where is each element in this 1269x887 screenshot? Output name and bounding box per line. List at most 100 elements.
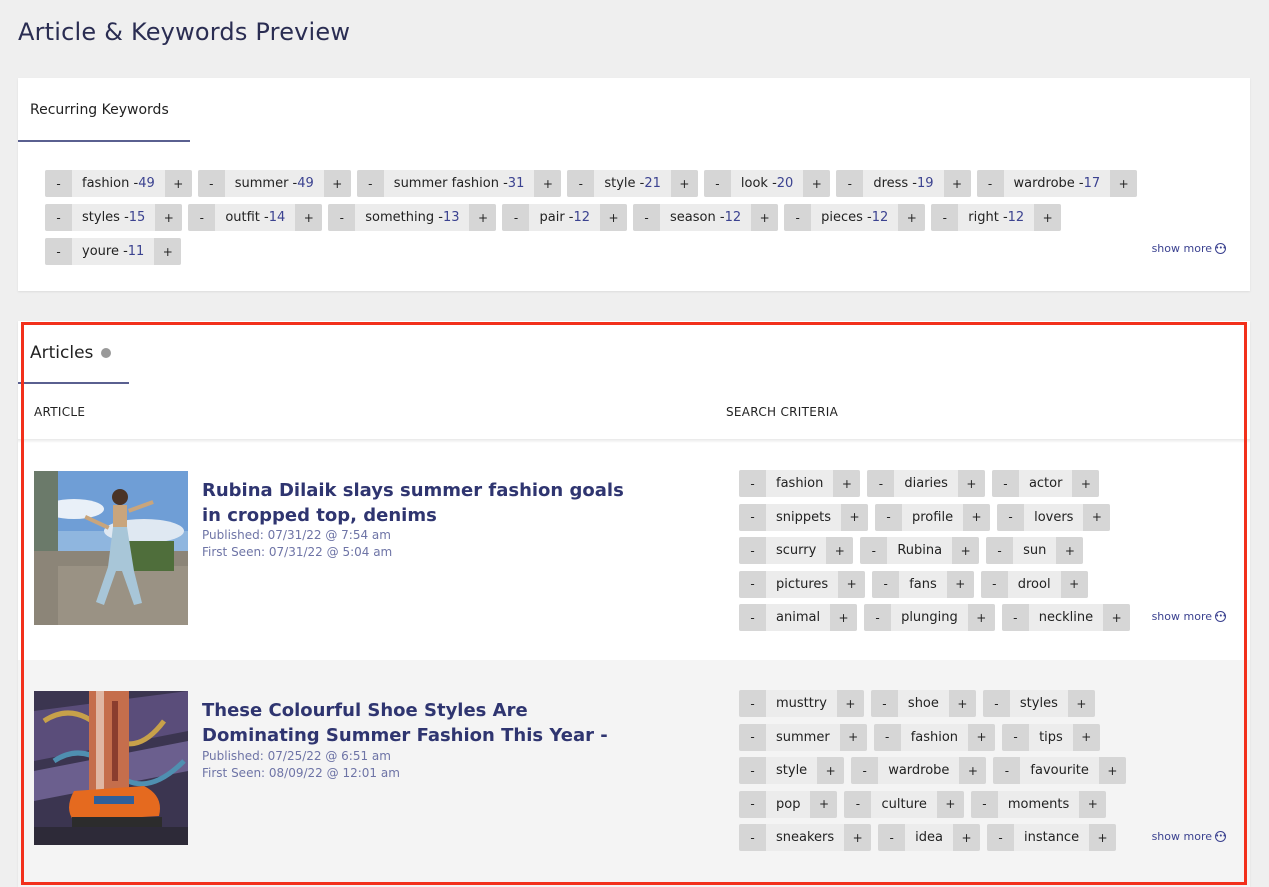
add-keyword-button[interactable]: + (957, 470, 985, 497)
tab-articles[interactable]: Articles (18, 343, 112, 363)
add-keyword-button[interactable]: + (751, 204, 779, 231)
add-keyword-button[interactable]: + (1060, 570, 1088, 598)
add-keyword-button[interactable]: + (943, 170, 971, 197)
remove-keyword-button[interactable]: - (870, 690, 898, 717)
remove-keyword-button[interactable]: - (878, 824, 906, 851)
add-keyword-button[interactable]: + (948, 690, 976, 717)
remove-keyword-button[interactable]: - (739, 470, 766, 497)
add-keyword-button[interactable]: + (1089, 824, 1117, 851)
remove-keyword-button[interactable]: - (502, 204, 530, 231)
add-keyword-button[interactable]: + (1083, 503, 1111, 531)
add-keyword-button[interactable]: + (803, 170, 831, 197)
show-more-keywords-link[interactable]: show more ••• (1152, 242, 1227, 255)
add-keyword-button[interactable]: + (1072, 723, 1100, 751)
add-keyword-button[interactable]: + (959, 757, 987, 784)
remove-keyword-button[interactable]: - (356, 170, 384, 197)
add-keyword-button[interactable]: + (534, 170, 562, 197)
remove-keyword-button[interactable]: - (197, 170, 225, 197)
add-keyword-button[interactable]: + (1034, 204, 1062, 231)
add-keyword-button[interactable]: + (323, 170, 351, 197)
remove-keyword-button[interactable]: - (931, 204, 959, 231)
remove-keyword-button[interactable]: - (1002, 723, 1030, 751)
remove-keyword-button[interactable]: - (1001, 604, 1029, 631)
article-thumbnail[interactable] (34, 691, 188, 845)
add-keyword-button[interactable]: + (838, 570, 866, 598)
add-keyword-button[interactable]: + (833, 470, 861, 497)
remove-keyword-button[interactable]: - (739, 503, 766, 531)
add-keyword-button[interactable]: + (953, 824, 980, 851)
add-keyword-button[interactable]: + (1056, 537, 1084, 564)
remove-keyword-button[interactable]: - (986, 537, 1014, 564)
remove-keyword-button[interactable]: - (836, 170, 864, 197)
add-keyword-button[interactable]: + (164, 170, 192, 197)
add-keyword-button[interactable]: + (952, 537, 980, 564)
remove-keyword-button[interactable]: - (328, 204, 356, 231)
remove-keyword-button[interactable]: - (567, 170, 595, 197)
add-keyword-button[interactable]: + (963, 503, 991, 531)
remove-keyword-button[interactable]: - (982, 690, 1010, 717)
remove-keyword-button[interactable]: - (739, 537, 766, 564)
remove-keyword-button[interactable]: - (188, 204, 216, 231)
add-keyword-button[interactable]: + (841, 503, 868, 531)
add-keyword-button[interactable]: + (839, 723, 867, 751)
add-keyword-button[interactable]: + (836, 690, 864, 717)
show-more-criteria-link[interactable]: show more ••• (1152, 830, 1227, 843)
add-keyword-button[interactable]: + (469, 204, 497, 231)
remove-keyword-button[interactable]: - (739, 604, 766, 631)
add-keyword-button[interactable]: + (600, 204, 628, 231)
remove-keyword-button[interactable]: - (851, 757, 879, 784)
add-keyword-button[interactable]: + (1098, 757, 1126, 784)
remove-keyword-button[interactable]: - (873, 723, 901, 751)
remove-keyword-button[interactable]: - (980, 570, 1008, 598)
add-keyword-button[interactable]: + (810, 790, 838, 818)
info-icon[interactable] (101, 348, 112, 358)
remove-keyword-button[interactable]: - (739, 790, 766, 818)
remove-keyword-button[interactable]: - (976, 170, 1004, 197)
remove-keyword-button[interactable]: - (970, 790, 998, 818)
remove-keyword-button[interactable]: - (991, 470, 1019, 497)
tab-recurring-keywords[interactable]: Recurring Keywords (18, 102, 169, 118)
add-keyword-button[interactable]: + (295, 204, 323, 231)
remove-keyword-button[interactable]: - (739, 824, 766, 851)
add-keyword-button[interactable]: + (844, 824, 872, 851)
add-keyword-button[interactable]: + (154, 238, 182, 265)
remove-keyword-button[interactable]: - (993, 757, 1021, 784)
add-keyword-button[interactable]: + (1072, 470, 1100, 497)
remove-keyword-button[interactable]: - (739, 690, 766, 717)
article-thumbnail[interactable] (34, 471, 188, 625)
add-keyword-button[interactable]: + (1067, 690, 1095, 717)
add-keyword-button[interactable]: + (898, 204, 926, 231)
remove-keyword-button[interactable]: - (875, 503, 902, 531)
remove-keyword-button[interactable]: - (45, 238, 72, 265)
remove-keyword-button[interactable]: - (45, 170, 72, 197)
remove-keyword-button[interactable]: - (739, 723, 766, 751)
add-keyword-button[interactable]: + (967, 604, 995, 631)
remove-keyword-button[interactable]: - (739, 570, 766, 598)
remove-keyword-button[interactable]: - (45, 204, 72, 231)
remove-keyword-button[interactable]: - (987, 824, 1014, 851)
remove-keyword-button[interactable]: - (997, 503, 1025, 531)
add-keyword-button[interactable]: + (670, 170, 698, 197)
remove-keyword-button[interactable]: - (633, 204, 661, 231)
add-keyword-button[interactable]: + (1110, 170, 1138, 197)
add-keyword-button[interactable]: + (1079, 790, 1107, 818)
add-keyword-button[interactable]: + (155, 204, 183, 231)
add-keyword-button[interactable]: + (946, 570, 974, 598)
add-keyword-button[interactable]: + (1103, 604, 1131, 631)
remove-keyword-button[interactable]: - (864, 604, 892, 631)
remove-keyword-button[interactable]: - (739, 757, 766, 784)
add-keyword-button[interactable]: + (936, 790, 964, 818)
remove-keyword-button[interactable]: - (872, 570, 900, 598)
article-title-link[interactable]: These Colourful Shoe Styles Are Dominati… (202, 698, 642, 748)
remove-keyword-button[interactable]: - (844, 790, 872, 818)
remove-keyword-button[interactable]: - (784, 204, 812, 231)
add-keyword-button[interactable]: + (817, 757, 845, 784)
add-keyword-button[interactable]: + (826, 537, 854, 564)
remove-keyword-button[interactable]: - (860, 537, 888, 564)
remove-keyword-button[interactable]: - (703, 170, 731, 197)
add-keyword-button[interactable]: + (830, 604, 858, 631)
add-keyword-button[interactable]: + (968, 723, 996, 751)
article-title-link[interactable]: Rubina Dilaik slays summer fashion goals… (202, 478, 642, 528)
remove-keyword-button[interactable]: - (867, 470, 895, 497)
show-more-criteria-link[interactable]: show more ••• (1152, 610, 1227, 623)
